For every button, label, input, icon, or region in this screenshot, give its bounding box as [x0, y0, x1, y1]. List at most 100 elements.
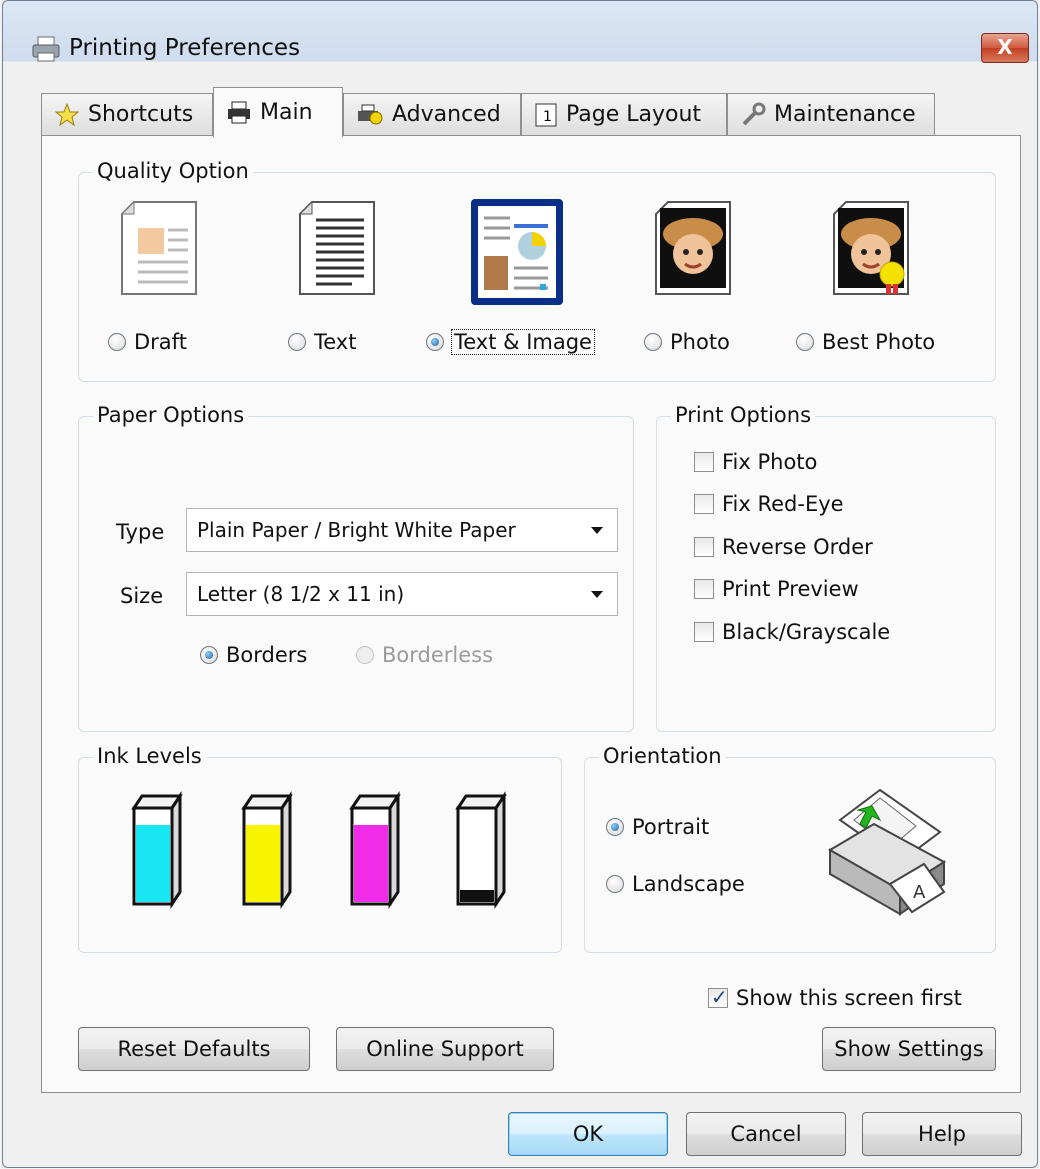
checkbox-icon: [694, 579, 714, 599]
text-image-radio[interactable]: Text & Image: [426, 329, 595, 355]
fix-photo-label: Fix Photo: [722, 450, 818, 474]
paper-size-select[interactable]: Letter (8 1/2 x 11 in): [186, 572, 618, 616]
radio-checked-icon: [200, 646, 218, 664]
orientation-legend: Orientation: [599, 744, 726, 768]
title-bar: Printing Preferences X: [3, 1, 1037, 89]
text-radio[interactable]: Text: [288, 330, 356, 354]
online-support-button[interactable]: Online Support: [336, 1027, 554, 1071]
text-quality-icon[interactable]: [296, 198, 378, 298]
ink-levels-legend: Ink Levels: [93, 744, 206, 768]
window-title: Printing Preferences: [69, 35, 301, 61]
borderless-radio[interactable]: Borderless: [356, 643, 493, 667]
ink-level-fill: [460, 890, 494, 902]
draft-radio[interactable]: Draft: [108, 330, 187, 354]
best-photo-quality-icon[interactable]: [830, 198, 912, 298]
best-photo-label: Best Photo: [822, 330, 936, 354]
tab-label: Main: [260, 100, 313, 125]
checkbox-checked-icon: [708, 985, 728, 1009]
fix-red-eye-checkbox[interactable]: Fix Red-Eye: [694, 492, 844, 516]
printer-icon: [228, 101, 250, 123]
paper-type-value: Plain Paper / Bright White Paper: [197, 518, 516, 542]
tab-advanced[interactable]: Advanced: [343, 93, 521, 135]
ink-level-fill: [354, 825, 388, 902]
svg-text:A: A: [913, 882, 926, 903]
ink-cartridge-2: [241, 791, 293, 909]
checkbox-icon: [694, 622, 714, 642]
print-preview-checkbox[interactable]: Print Preview: [694, 577, 859, 601]
show-first-label: Show this screen first: [736, 986, 962, 1010]
ink-levels-chart: [131, 791, 507, 909]
radio-icon: [108, 333, 126, 351]
page-number-icon: 1: [535, 103, 557, 126]
radio-checked-icon: [606, 818, 624, 836]
tab-label: Page Layout: [566, 102, 702, 127]
reverse-order-checkbox[interactable]: Reverse Order: [694, 535, 873, 559]
wrench-icon: [742, 102, 766, 125]
landscape-radio[interactable]: Landscape: [606, 872, 745, 896]
radio-disabled-icon: [356, 646, 374, 664]
radio-icon: [606, 875, 624, 893]
ink-level-fill: [246, 825, 280, 902]
landscape-label: Landscape: [632, 872, 745, 896]
dropdown-arrow-icon: [591, 527, 603, 534]
print-options-legend: Print Options: [671, 403, 816, 427]
tab-maintenance[interactable]: Maintenance: [727, 93, 935, 135]
photo-radio[interactable]: Photo: [644, 330, 730, 354]
tab-main[interactable]: Main: [213, 87, 343, 137]
quality-option-legend: Quality Option: [93, 159, 253, 183]
dropdown-arrow-icon: [591, 591, 603, 598]
paper-type-select[interactable]: Plain Paper / Bright White Paper: [186, 508, 618, 552]
text-label: Text: [314, 330, 357, 354]
borders-radio[interactable]: Borders: [200, 643, 307, 667]
portrait-printer-icon: A: [828, 788, 946, 916]
ink-cartridge-1: [131, 791, 183, 909]
help-button[interactable]: Help: [862, 1112, 1022, 1156]
tab-label: Shortcuts: [88, 102, 194, 127]
tab-shortcuts[interactable]: Shortcuts: [41, 93, 213, 135]
radio-icon: [796, 333, 814, 351]
photo-quality-icon[interactable]: [652, 198, 734, 298]
print-preview-label: Print Preview: [722, 577, 859, 601]
fix-photo-checkbox[interactable]: Fix Photo: [694, 450, 817, 474]
ink-cartridge-3: [349, 791, 401, 909]
paper-options-legend: Paper Options: [93, 403, 249, 427]
size-label: Size: [120, 584, 164, 608]
ok-button[interactable]: OK: [508, 1112, 668, 1156]
borderless-label: Borderless: [382, 643, 494, 667]
checkbox-icon: [694, 452, 714, 472]
ink-level-fill: [136, 825, 170, 902]
text-image-quality-icon[interactable]: [470, 198, 564, 308]
borders-label: Borders: [226, 643, 308, 667]
printer-icon: [32, 36, 60, 62]
tab-label: Maintenance: [774, 102, 916, 127]
type-label: Type: [116, 520, 165, 544]
checkbox-icon: [694, 494, 714, 514]
paper-size-value: Letter (8 1/2 x 11 in): [197, 582, 405, 606]
portrait-radio[interactable]: Portrait: [606, 815, 709, 839]
text-image-label: Text & Image: [451, 329, 595, 355]
gear-printer-icon: [358, 104, 383, 124]
radio-icon: [288, 333, 306, 351]
ink-cartridge-4: [455, 791, 507, 909]
reset-defaults-button[interactable]: Reset Defaults: [78, 1027, 310, 1071]
fix-red-eye-label: Fix Red-Eye: [722, 492, 844, 516]
draft-quality-icon[interactable]: [118, 198, 200, 298]
tab-page-layout[interactable]: 1 Page Layout: [521, 93, 727, 135]
photo-label: Photo: [670, 330, 730, 354]
reverse-order-label: Reverse Order: [722, 535, 873, 559]
show-settings-button[interactable]: Show Settings: [822, 1027, 996, 1071]
close-button[interactable]: X: [981, 33, 1029, 63]
tab-label: Advanced: [392, 102, 501, 127]
cancel-button[interactable]: Cancel: [686, 1112, 846, 1156]
portrait-label: Portrait: [632, 815, 710, 839]
svg-text:1: 1: [543, 109, 552, 125]
star-icon: [54, 102, 80, 126]
best-photo-radio[interactable]: Best Photo: [796, 330, 935, 354]
show-this-screen-first-checkbox[interactable]: Show this screen first: [708, 985, 962, 1010]
draft-label: Draft: [134, 330, 187, 354]
radio-checked-icon: [426, 333, 444, 351]
radio-icon: [644, 333, 662, 351]
checkbox-icon: [694, 537, 714, 557]
black-grayscale-label: Black/Grayscale: [722, 620, 891, 644]
black-grayscale-checkbox[interactable]: Black/Grayscale: [694, 620, 890, 644]
